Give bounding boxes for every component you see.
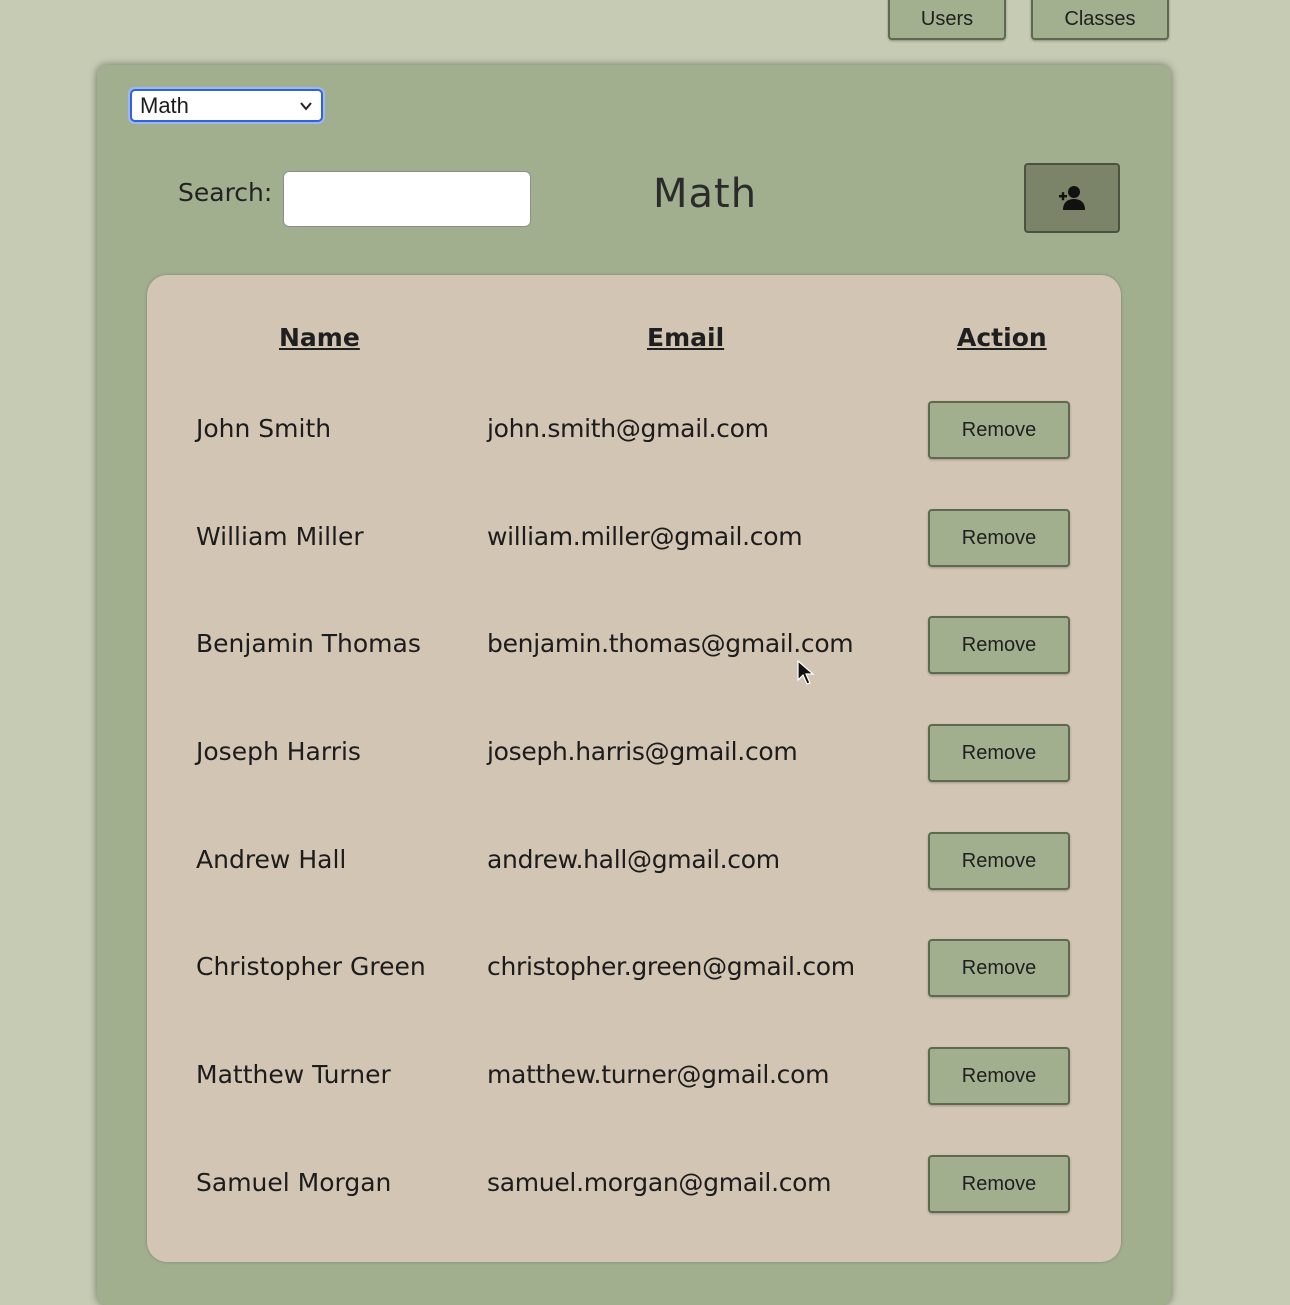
member-email: john.smith@gmail.com xyxy=(487,414,769,443)
remove-button[interactable]: Remove xyxy=(928,1155,1070,1213)
remove-button[interactable]: Remove xyxy=(928,832,1070,890)
table-row: Christopher Green christopher.green@gmai… xyxy=(147,939,1121,999)
column-header-name: Name xyxy=(279,323,360,352)
table-row: Andrew Hall andrew.hall@gmail.com Remove xyxy=(147,832,1121,892)
add-user-icon xyxy=(1059,186,1085,210)
member-name: Andrew Hall xyxy=(196,845,347,874)
table-row: William Miller william.miller@gmail.com … xyxy=(147,509,1121,569)
column-header-action: Action xyxy=(957,323,1047,352)
member-name: Benjamin Thomas xyxy=(196,629,421,658)
class-panel: Math Search: Math Name Email Action John… xyxy=(97,65,1171,1305)
table-row: Benjamin Thomas benjamin.thomas@gmail.co… xyxy=(147,616,1121,676)
classes-nav-button[interactable]: Classes xyxy=(1031,0,1169,40)
members-table: Name Email Action John Smith john.smith@… xyxy=(147,275,1121,1262)
search-label: Search: xyxy=(178,178,273,207)
users-nav-button[interactable]: Users xyxy=(888,0,1006,40)
remove-button[interactable]: Remove xyxy=(928,509,1070,567)
member-email: matthew.turner@gmail.com xyxy=(487,1060,830,1089)
table-row: Samuel Morgan samuel.morgan@gmail.com Re… xyxy=(147,1155,1121,1215)
member-name: Christopher Green xyxy=(196,952,426,981)
remove-button[interactable]: Remove xyxy=(928,724,1070,782)
member-name: William Miller xyxy=(196,522,364,551)
table-row: Joseph Harris joseph.harris@gmail.com Re… xyxy=(147,724,1121,784)
column-header-email: Email xyxy=(647,323,725,352)
chevron-down-icon xyxy=(300,101,312,111)
member-name: Samuel Morgan xyxy=(196,1168,392,1197)
mouse-cursor-icon xyxy=(797,660,815,685)
remove-button[interactable]: Remove xyxy=(928,1047,1070,1105)
table-row: John Smith john.smith@gmail.com Remove xyxy=(147,401,1121,461)
class-select-value: Math xyxy=(140,92,189,118)
member-name: Joseph Harris xyxy=(196,737,361,766)
member-email: joseph.harris@gmail.com xyxy=(487,737,798,766)
search-input[interactable] xyxy=(283,171,531,227)
member-email: benjamin.thomas@gmail.com xyxy=(487,629,854,658)
remove-button[interactable]: Remove xyxy=(928,939,1070,997)
remove-button[interactable]: Remove xyxy=(928,616,1070,674)
member-email: samuel.morgan@gmail.com xyxy=(487,1168,832,1197)
class-select-dropdown[interactable]: Math xyxy=(130,89,323,122)
member-email: william.miller@gmail.com xyxy=(487,522,803,551)
member-name: John Smith xyxy=(196,414,332,443)
member-name: Matthew Turner xyxy=(196,1060,391,1089)
add-user-button[interactable] xyxy=(1024,163,1120,233)
member-email: andrew.hall@gmail.com xyxy=(487,845,780,874)
page-title: Math xyxy=(653,171,758,217)
member-email: christopher.green@gmail.com xyxy=(487,952,855,981)
table-row: Matthew Turner matthew.turner@gmail.com … xyxy=(147,1047,1121,1107)
remove-button[interactable]: Remove xyxy=(928,401,1070,459)
